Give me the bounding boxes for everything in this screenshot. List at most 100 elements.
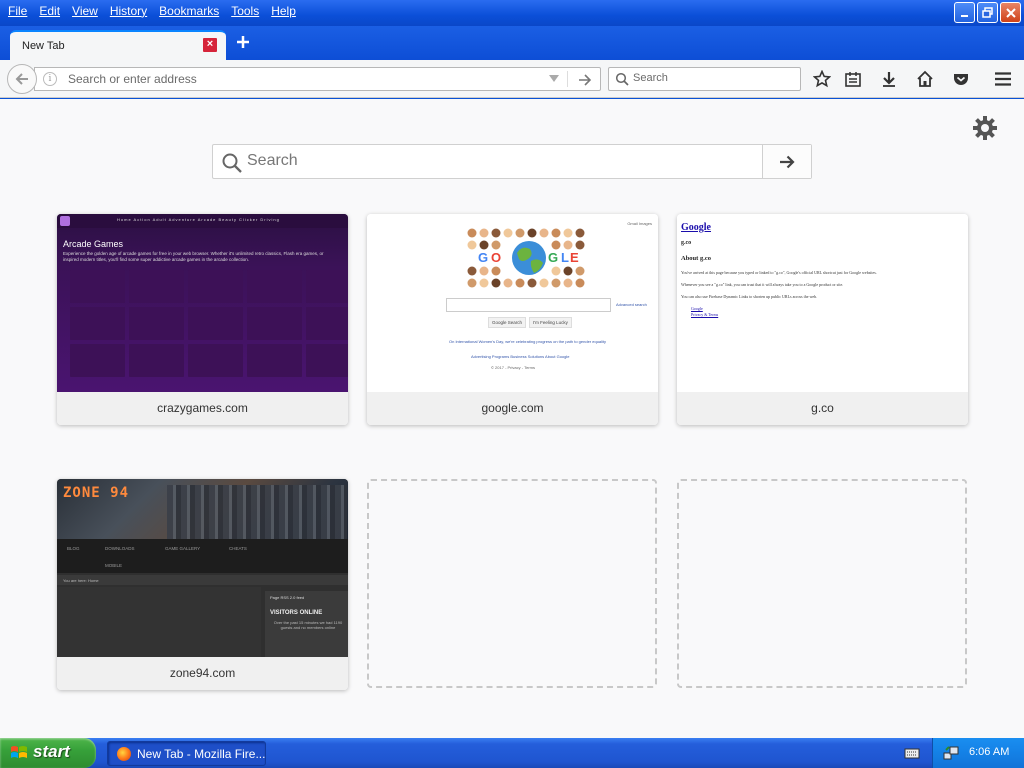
svg-text:L: L [561, 250, 569, 265]
start-label: start [33, 742, 70, 761]
minimize-icon [960, 14, 968, 17]
tab-new-tab[interactable]: New Tab × [10, 30, 226, 60]
clock: 6:06 AM [969, 746, 1010, 758]
zone94-rss: Page RSS 2.0 feed [270, 595, 305, 600]
google-copyright: © 2017 - Privacy - Terms [491, 365, 535, 370]
search-icon [222, 153, 242, 173]
crazygames-header: Home Action Adult Adventure Arcade Beaut… [57, 214, 348, 228]
network-icon[interactable] [943, 745, 959, 761]
customize-gear-icon[interactable] [972, 115, 998, 144]
home-icon[interactable] [914, 68, 936, 90]
restore-button[interactable] [977, 2, 998, 23]
google-search-field [446, 298, 611, 312]
google-screenshot: Gmail Images G O G L E Advanced search G… [367, 214, 658, 392]
new-tab-button[interactable] [233, 32, 253, 52]
arrow-right-icon [780, 155, 795, 168]
gco-paragraph-1: You've arrived at this page because you … [681, 270, 877, 275]
hamburger-menu-icon[interactable] [992, 68, 1014, 90]
keyboard-icon[interactable] [904, 746, 920, 763]
tile-thumbnail: Home Action Adult Adventure Arcade Beaut… [57, 214, 348, 392]
tile-label: google.com [367, 392, 658, 425]
pocket-icon[interactable] [950, 68, 972, 90]
tile-label: g.co [677, 392, 968, 425]
newtab-search-go-button[interactable] [762, 145, 811, 178]
tab-strip: New Tab × [0, 26, 1024, 60]
menu-file[interactable]: File [2, 3, 33, 19]
taskbar-firefox-button[interactable]: New Tab - Mozilla Fire... [107, 741, 266, 766]
gco-heading: Google [681, 222, 711, 233]
crazygames-game-grid [70, 270, 348, 377]
firefox-icon [117, 747, 131, 761]
search-input[interactable] [633, 72, 793, 84]
gco-link-google: Google [691, 306, 703, 311]
crazygames-logo [60, 216, 70, 226]
zone94-visitors-title: VISITORS ONLINE [270, 610, 323, 616]
menu-help[interactable]: Help [265, 3, 302, 19]
back-arrow-icon [15, 73, 28, 85]
tab-title: New Tab [22, 40, 65, 52]
system-tray: 6:06 AM [932, 738, 1024, 768]
back-button[interactable] [7, 64, 37, 94]
crazygames-nav: Home Action Adult Adventure Arcade Beaut… [117, 217, 280, 222]
minimize-button[interactable] [954, 2, 975, 23]
empty-tile-slot [677, 479, 967, 688]
menu-bookmarks[interactable]: Bookmarks [153, 3, 225, 19]
go-arrow-icon[interactable] [578, 70, 592, 90]
svg-text:E: E [570, 250, 579, 265]
google-buttons: Google Search I'm Feeling Lucky [488, 317, 572, 328]
google-doodle-image: G O G L E [467, 228, 585, 288]
gco-about: About g.co [681, 255, 711, 262]
site-info-icon[interactable]: i [43, 72, 57, 86]
bookmarks-menu-icon[interactable] [842, 68, 864, 90]
close-icon [1005, 7, 1016, 18]
crazygames-description: Experience the golden age of arcade game… [63, 251, 324, 262]
google-advanced-link: Advanced search [616, 302, 647, 307]
tab-close-icon[interactable]: × [203, 38, 217, 52]
top-site-tile-gco[interactable]: Google g.co About g.co You've arrived at… [677, 214, 968, 425]
crazygames-screenshot: Home Action Adult Adventure Arcade Beaut… [57, 214, 348, 392]
zone94-city-image [167, 485, 347, 539]
plus-icon [237, 36, 249, 48]
google-promo-text: On International Women's Day, we're cele… [449, 339, 607, 344]
zone94-menu-item: DOWNLOADS [105, 546, 135, 551]
gco-subtitle: g.co [681, 240, 692, 246]
menu-view[interactable]: View [66, 3, 104, 19]
newtab-search-input[interactable] [247, 152, 757, 170]
zone94-menu-item: CHEATS [229, 546, 247, 551]
downloads-icon[interactable] [878, 68, 900, 90]
zone94-menu-item: BLOG [67, 546, 80, 551]
url-input[interactable] [68, 71, 538, 87]
zone94-logo: ZONE 94 [63, 485, 130, 501]
taskbar-button-label: New Tab - Mozilla Fire... [137, 747, 266, 761]
restore-icon [981, 6, 993, 18]
search-bar[interactable] [608, 67, 801, 91]
zone94-visitors-text: Over the past 15 minutes we had 1190 gue… [273, 620, 343, 630]
bookmark-star-icon[interactable] [811, 68, 833, 90]
zone94-menu-item: MOBILE [105, 563, 123, 568]
start-button[interactable]: start [0, 738, 96, 768]
empty-tile-slot [367, 479, 657, 688]
svg-text:O: O [491, 250, 501, 265]
close-window-button[interactable] [1000, 2, 1021, 23]
menu-tools[interactable]: Tools [225, 3, 265, 19]
windows-flag-icon [11, 746, 27, 758]
menu-edit[interactable]: Edit [33, 3, 66, 19]
google-top-links: Gmail Images [627, 221, 652, 226]
newtab-search-box[interactable] [212, 144, 812, 179]
gco-paragraph-3: You can also use Firebase Dynamic Links … [681, 294, 818, 299]
menu-history[interactable]: History [104, 3, 153, 19]
navigation-toolbar: i [0, 60, 1024, 98]
google-lucky-btn: I'm Feeling Lucky [529, 317, 572, 328]
taskbar: start New Tab - Mozilla Fire... 6:06 AM [0, 738, 1024, 768]
tile-label: crazygames.com [57, 392, 348, 425]
url-dropdown-icon[interactable] [549, 75, 559, 82]
top-site-tile-google[interactable]: Gmail Images G O G L E Advanced search G… [367, 214, 658, 425]
zone94-sidebar: Page RSS 2.0 feed VISITORS ONLINE Over t… [265, 591, 348, 657]
window-titlebar: File Edit View History Bookmarks Tools H… [0, 0, 1024, 26]
gco-paragraph-2: Whenever you see a "g.co" link, you can … [681, 282, 844, 287]
url-bar[interactable]: i [34, 67, 601, 91]
top-site-tile-crazygames[interactable]: Home Action Adult Adventure Arcade Beaut… [57, 214, 348, 425]
zone94-menu: BLOG DOWNLOADS GAME GALLERY CHEATS MOBIL… [57, 539, 348, 573]
tile-thumbnail: ZONE 94 BLOG DOWNLOADS GAME GALLERY CHEA… [57, 479, 348, 657]
top-site-tile-zone94[interactable]: ZONE 94 BLOG DOWNLOADS GAME GALLERY CHEA… [57, 479, 348, 690]
